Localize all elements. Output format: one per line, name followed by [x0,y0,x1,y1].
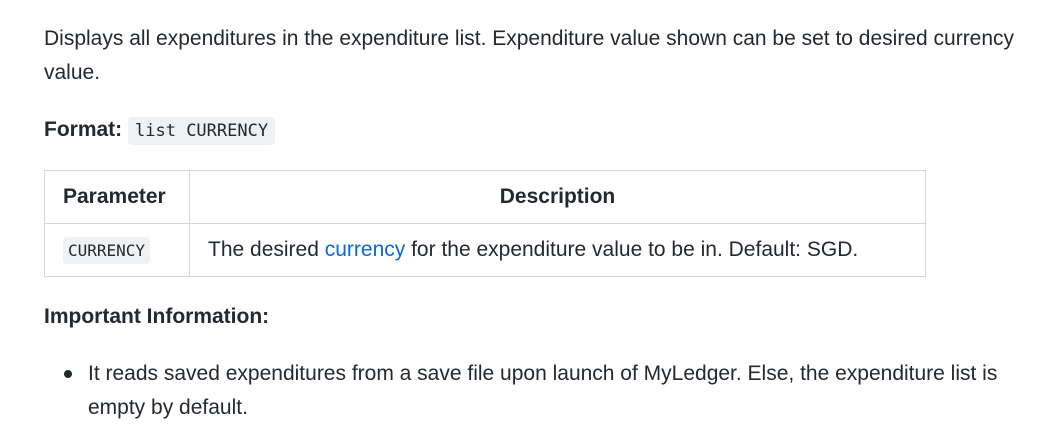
table-row: CURRENCY The desired currency for the ex… [44,223,926,277]
format-line: Format: list CURRENCY [44,113,276,148]
header-parameter: Parameter [44,170,190,224]
bullet-icon [64,370,72,378]
param-cell: CURRENCY [44,223,190,277]
table-header-row: Parameter Description [44,170,926,224]
format-command-code: list CURRENCY [128,117,276,145]
document-page: Displays all expenditures in the expendi… [0,0,1060,441]
important-heading: Important Information: [44,305,270,328]
important-list: It reads saved expenditures from a save … [44,357,1034,425]
param-code: CURRENCY [63,236,151,264]
intro-text: Displays all expenditures in the expendi… [44,27,1015,84]
description-text-end: for the expenditure value to be in. Defa… [405,238,859,261]
list-item: It reads saved expenditures from a save … [44,357,1034,425]
description-cell: The desired currency for the expenditure… [189,223,926,277]
format-label: Format: [44,118,123,141]
header-description: Description [189,170,926,224]
description-text-start: The desired [208,238,325,261]
currency-link[interactable]: currency [325,238,406,261]
parameter-table: Parameter Description CURRENCY The desir… [44,170,926,277]
list-item-text: It reads saved expenditures from a save … [88,362,998,419]
